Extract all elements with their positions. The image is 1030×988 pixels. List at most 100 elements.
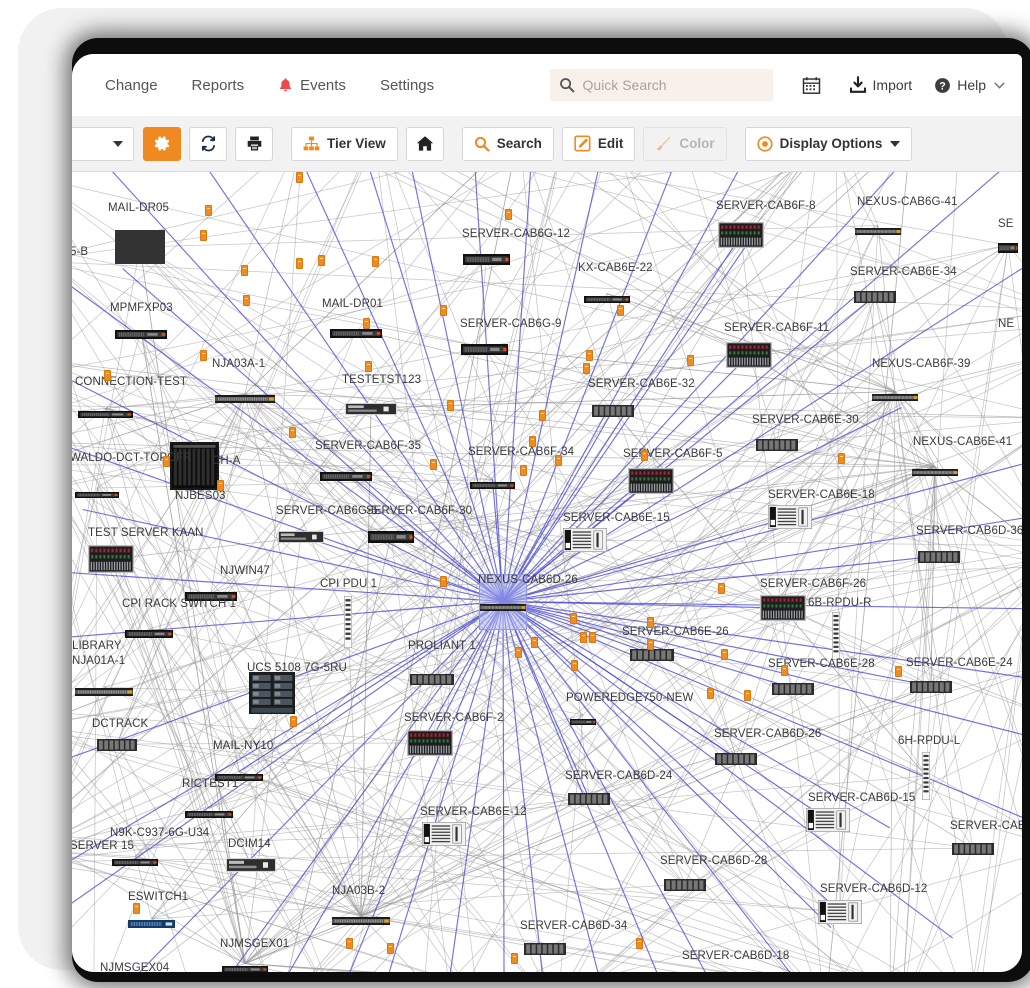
port-marker[interactable]	[363, 318, 370, 329]
device-node[interactable]	[75, 683, 133, 701]
device-node[interactable]	[125, 625, 173, 643]
nav-item-events[interactable]: Events	[261, 54, 363, 116]
help-button[interactable]: ? Help	[923, 54, 1016, 116]
device-node[interactable]	[115, 326, 167, 344]
device-node[interactable]	[952, 842, 994, 860]
port-marker[interactable]	[440, 576, 447, 587]
node-label[interactable]: SERVER-CAB6F-30	[366, 505, 472, 517]
port-marker[interactable]	[531, 637, 538, 648]
node-label[interactable]: LIBRARY	[72, 640, 122, 652]
edit-button[interactable]: Edit	[561, 126, 636, 161]
device-node[interactable]	[222, 960, 268, 972]
node-label[interactable]: SERVER-CAB6F-26	[760, 578, 866, 590]
port-marker[interactable]	[570, 613, 577, 624]
node-label[interactable]: NJBES03	[175, 490, 226, 502]
device-node[interactable]	[768, 505, 812, 534]
device-node[interactable]	[78, 405, 133, 423]
node-label[interactable]: SERVER-CAB6E-26	[622, 626, 729, 638]
device-node[interactable]	[630, 648, 674, 666]
device-node[interactable]	[664, 878, 706, 896]
port-marker[interactable]	[205, 205, 212, 216]
device-node[interactable]	[756, 438, 798, 456]
device-node[interactable]	[912, 463, 958, 481]
device-node[interactable]	[570, 712, 596, 730]
port-marker[interactable]	[200, 350, 207, 361]
node-label[interactable]: NJA03B-2	[332, 885, 385, 897]
node-label[interactable]: SERVER-CAB6E-15	[563, 512, 670, 524]
device-node[interactable]	[854, 290, 896, 308]
port-marker[interactable]	[687, 355, 694, 366]
node-label[interactable]: SERVER-CAB6F-5	[623, 448, 723, 460]
port-marker[interactable]	[718, 583, 725, 594]
port-marker[interactable]	[781, 665, 788, 676]
node-label[interactable]: SERVER-CAB6E-18	[768, 489, 875, 501]
port-marker[interactable]	[200, 230, 207, 241]
port-marker[interactable]	[617, 305, 624, 316]
node-label[interactable]: TESTETST123	[342, 374, 421, 386]
node-label[interactable]: CPI RACK SWITCH 1	[122, 598, 236, 610]
device-node[interactable]	[330, 325, 382, 343]
device-node[interactable]	[112, 853, 158, 871]
quick-search-container[interactable]	[549, 69, 773, 101]
device-node[interactable]	[97, 738, 137, 756]
device-node[interactable]	[226, 858, 276, 877]
node-label[interactable]: NJMSGEX04	[100, 962, 169, 972]
device-node[interactable]	[470, 476, 515, 494]
port-marker[interactable]	[555, 455, 562, 466]
node-label[interactable]: 6B-RPDU-R	[808, 597, 872, 609]
node-label[interactable]: SERVER-CAB6F-11	[724, 322, 829, 334]
node-label[interactable]: SERVER-CAB6D-36	[916, 525, 1022, 537]
port-marker[interactable]	[707, 688, 714, 699]
device-node[interactable]	[344, 596, 352, 653]
port-marker[interactable]	[440, 305, 447, 316]
node-label[interactable]: MAIL-DR01	[322, 298, 383, 310]
device-node[interactable]	[368, 530, 414, 548]
port-marker[interactable]	[636, 938, 643, 949]
port-marker[interactable]	[838, 453, 845, 464]
node-label[interactable]: SERVER-CAB6D-28	[660, 855, 767, 867]
tier-view-button[interactable]: Tier View	[291, 126, 398, 161]
node-label[interactable]: SERVER-CAB6F-2	[404, 712, 504, 724]
node-label[interactable]: SERVER-CAB6G-5	[276, 505, 378, 517]
node-label[interactable]: 5-B	[72, 246, 88, 258]
node-label[interactable]: PROLIANT 1	[408, 640, 476, 652]
node-label[interactable]: SERVER-CAB6D-34	[520, 920, 627, 932]
port-marker[interactable]	[586, 350, 593, 361]
print-button[interactable]	[235, 126, 273, 161]
display-options-button[interactable]: Display Options	[744, 126, 913, 161]
node-label[interactable]: SERVER-CAB6E-34	[850, 266, 957, 278]
node-label[interactable]: SERVER-CAB6D-24	[565, 770, 672, 782]
port-marker[interactable]	[447, 400, 454, 411]
node-label[interactable]: SERVER-CAB6E-30	[752, 414, 859, 426]
device-node[interactable]	[760, 595, 806, 626]
node-label[interactable]: SERVER-CAB6G-12	[462, 228, 570, 240]
node-label[interactable]: DCTRACK	[92, 718, 148, 730]
device-node[interactable]	[320, 468, 372, 486]
port-marker[interactable]	[346, 938, 353, 949]
node-label[interactable]: CPI PDU 1	[320, 578, 377, 590]
node-label[interactable]: NJWIN47	[220, 565, 270, 577]
node-label[interactable]: SERVER-CAB6E-32	[588, 378, 695, 390]
port-marker[interactable]	[296, 172, 303, 183]
port-marker[interactable]	[387, 943, 394, 954]
calendar-button[interactable]	[791, 54, 838, 116]
node-label[interactable]: SERVER 15	[72, 840, 134, 852]
node-label[interactable]: NJMSGEX01	[220, 938, 289, 950]
node-label[interactable]: SERVER-CAB6D-12	[820, 883, 927, 895]
port-marker[interactable]	[571, 660, 578, 671]
node-label[interactable]: MPMFXP03	[110, 302, 173, 314]
device-node[interactable]	[592, 404, 634, 422]
node-label[interactable]: RICTEST1	[182, 778, 238, 790]
node-label[interactable]: MAIL-DR05	[108, 202, 169, 214]
device-node[interactable]	[872, 388, 918, 406]
device-node[interactable]	[75, 485, 119, 503]
port-marker[interactable]	[721, 649, 728, 660]
node-label[interactable]: SERVER-CAB6F-8	[716, 200, 816, 212]
node-label[interactable]: TEST SERVER KAAN	[88, 527, 204, 539]
node-label[interactable]: N9K-C937-6G-U34	[110, 827, 209, 839]
device-node[interactable]	[563, 528, 607, 557]
device-node[interactable]	[772, 682, 814, 700]
device-node[interactable]	[568, 792, 610, 810]
port-marker[interactable]	[289, 427, 296, 438]
port-marker[interactable]	[895, 666, 902, 677]
